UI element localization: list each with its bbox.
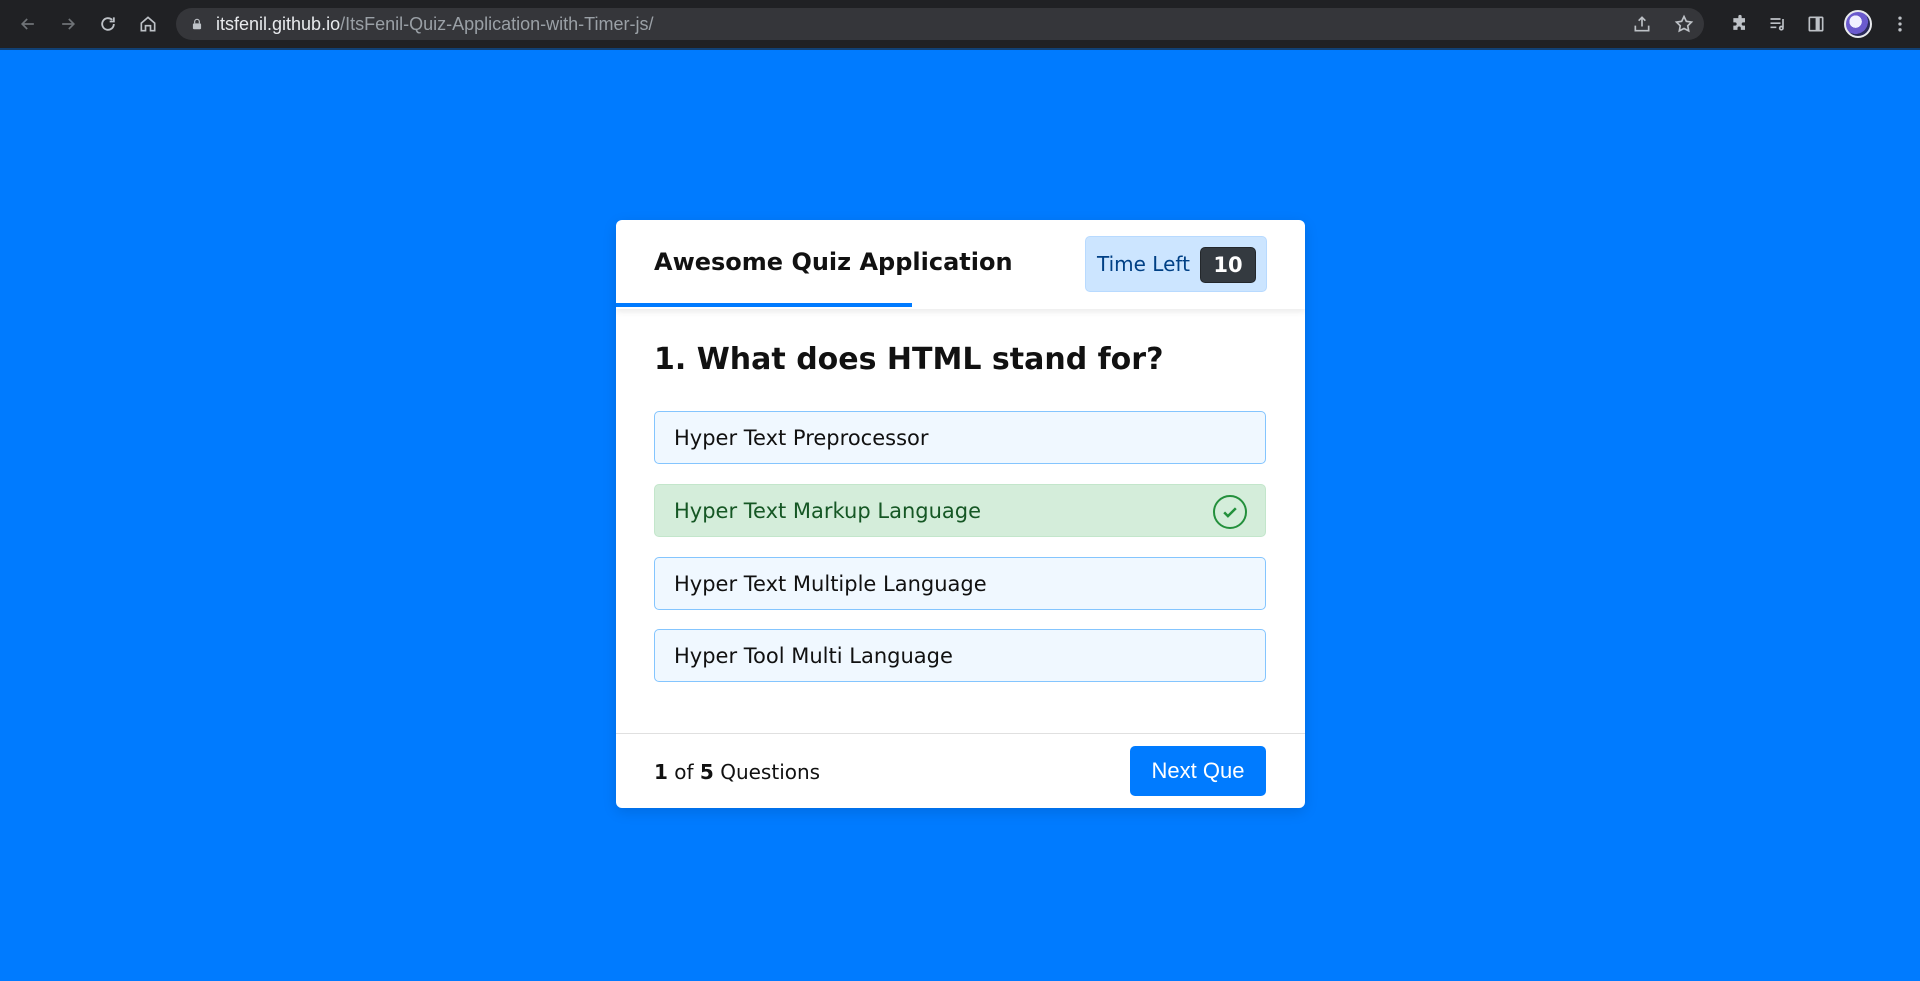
media-controls-icon[interactable]: [1768, 14, 1788, 34]
counter-suffix: Questions: [720, 760, 821, 784]
address-bar[interactable]: itsfenil.github.io/ItsFenil-Quiz-Applica…: [176, 8, 1704, 40]
option-label: Hyper Text Markup Language: [674, 498, 982, 523]
bookmark-star-icon[interactable]: [1674, 14, 1694, 34]
forward-button[interactable]: [48, 4, 88, 44]
url-host: itsfenil.github.io: [216, 13, 341, 34]
side-panel-icon[interactable]: [1806, 14, 1826, 34]
time-progress-line: [616, 303, 912, 307]
menu-kebab-icon[interactable]: [1890, 14, 1910, 34]
total-questions: 5: [699, 760, 714, 784]
option-1[interactable]: Hyper Text Preprocessor: [654, 411, 1266, 464]
back-button[interactable]: [8, 4, 48, 44]
lock-icon: [192, 18, 202, 30]
option-label: Hyper Text Preprocessor: [674, 425, 929, 450]
url-text[interactable]: itsfenil.github.io/ItsFenil-Quiz-Applica…: [216, 14, 653, 35]
browser-toolbar: itsfenil.github.io/ItsFenil-Quiz-Applica…: [0, 0, 1920, 48]
home-button[interactable]: [128, 4, 168, 44]
quiz-header: Awesome Quiz Application Time Left 10: [616, 220, 1305, 309]
option-2-correct[interactable]: Hyper Text Markup Language: [654, 484, 1266, 537]
toolbar-divider: [0, 48, 1920, 50]
option-3[interactable]: Hyper Text Multiple Language: [654, 557, 1266, 610]
reload-icon: [101, 17, 115, 31]
reload-button[interactable]: [88, 4, 128, 44]
back-icon: [20, 18, 34, 30]
quiz-title: Awesome Quiz Application: [654, 248, 1013, 276]
quiz-box: Awesome Quiz Application Time Left 10 1.…: [616, 220, 1305, 808]
forward-icon: [62, 18, 76, 30]
current-question-number: 1: [654, 760, 668, 784]
url-path: /ItsFenil-Quiz-Application-with-Timer-js…: [340, 13, 654, 34]
option-4[interactable]: Hyper Tool Multi Language: [654, 629, 1266, 682]
question-counter: 1 of 5 Questions: [654, 760, 820, 784]
option-label: Hyper Text Multiple Language: [674, 571, 987, 596]
option-label: Hyper Tool Multi Language: [674, 643, 953, 668]
timer-seconds: 10: [1200, 247, 1256, 283]
counter-of: of: [674, 760, 694, 784]
extensions-icon[interactable]: [1730, 14, 1750, 34]
profile-avatar[interactable]: [1844, 10, 1872, 38]
share-icon[interactable]: [1632, 14, 1652, 34]
quiz-footer: 1 of 5 Questions Next Que: [616, 733, 1305, 808]
next-question-button[interactable]: Next Que: [1130, 746, 1266, 796]
question-text: 1. What does HTML stand for?: [654, 342, 1164, 377]
home-icon: [140, 16, 156, 32]
timer: Time Left 10: [1085, 236, 1267, 292]
timer-label: Time Left: [1097, 252, 1190, 276]
check-icon: [1213, 495, 1247, 529]
